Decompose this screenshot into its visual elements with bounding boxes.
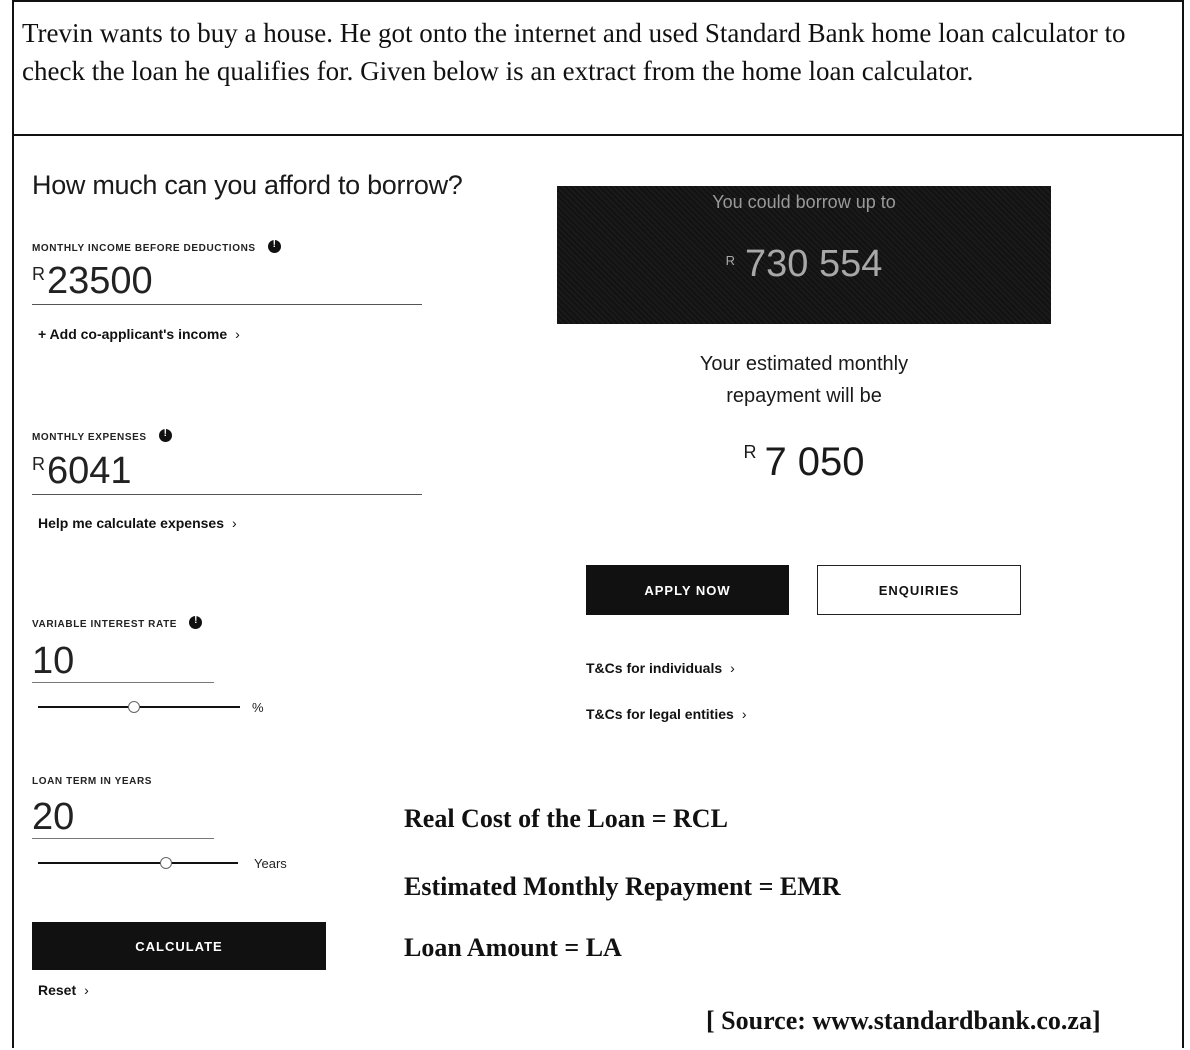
term-label: LOAN TERM IN YEARS <box>32 776 153 787</box>
calculate-button[interactable]: CALCULATE <box>32 922 326 970</box>
interest-slider[interactable] <box>38 701 240 713</box>
expenses-field[interactable]: R6041 <box>32 450 422 495</box>
interest-field[interactable]: 10 <box>32 640 214 683</box>
rcl-definition: Real Cost of the Loan = RCL <box>404 804 728 833</box>
income-currency: R <box>32 264 45 284</box>
reset-link[interactable]: Reset › <box>38 982 89 998</box>
borrow-title: You could borrow up to <box>712 192 896 212</box>
apply-now-button[interactable]: APPLY NOW <box>586 565 789 615</box>
info-icon[interactable] <box>267 239 281 253</box>
borrow-amount-value: 730 554 <box>745 243 883 285</box>
estimate-line-2: repayment will be <box>726 385 882 407</box>
term-unit: Years <box>254 856 287 871</box>
term-field[interactable]: 20 <box>32 796 214 839</box>
income-value: 23500 <box>47 260 153 302</box>
interest-label: VARIABLE INTEREST RATE <box>32 615 203 630</box>
chevron-right-icon: › <box>741 706 747 722</box>
repay-amount-value: 7 050 <box>764 440 865 484</box>
borrow-currency: R <box>725 253 735 268</box>
emr-definition: Estimated Monthly Repayment = EMR <box>404 872 841 901</box>
help-calculate-label: Help me calculate expenses <box>38 515 224 531</box>
tc-individuals-link[interactable]: T&Cs for individuals › <box>586 660 735 676</box>
source-citation: [ Source: www.standardbank.co.za] <box>706 1006 1101 1035</box>
enquiries-button[interactable]: ENQUIRIES <box>817 565 1021 615</box>
tc-individuals-label: T&Cs for individuals <box>586 660 723 676</box>
expenses-label-text: MONTHLY EXPENSES <box>32 432 147 443</box>
income-label: MONTHLY INCOME BEFORE DEDUCTIONS <box>32 239 281 254</box>
info-icon[interactable] <box>158 428 172 442</box>
interest-unit: % <box>252 700 264 715</box>
chevron-right-icon: › <box>232 515 237 531</box>
chevron-right-icon: › <box>84 982 89 998</box>
slider-handle[interactable] <box>128 701 140 713</box>
chevron-right-icon: › <box>730 660 735 676</box>
chevron-right-icon: › <box>235 326 240 342</box>
slider-handle[interactable] <box>160 857 172 869</box>
expenses-value: 6041 <box>47 450 132 492</box>
expenses-label: MONTHLY EXPENSES <box>32 428 172 443</box>
info-icon[interactable] <box>189 615 203 629</box>
tc-legal-label: T&Cs for legal entities <box>586 706 734 722</box>
repayment-amount: R 7 050 <box>604 440 1004 485</box>
term-slider[interactable] <box>38 857 240 869</box>
calculator-heading: How much can you afford to borrow? <box>32 170 463 200</box>
borrow-amount: R 730 554 <box>557 243 1051 286</box>
intro-text: Trevin wants to buy a house. He got onto… <box>22 18 1126 86</box>
interest-value: 10 <box>32 640 75 682</box>
expenses-currency: R <box>32 454 45 474</box>
term-value: 20 <box>32 796 75 838</box>
la-definition: Loan Amount = LA <box>404 933 622 962</box>
repay-currency: R <box>743 442 757 462</box>
income-label-text: MONTHLY INCOME BEFORE DEDUCTIONS <box>32 243 256 254</box>
estimate-line-1: Your estimated monthly <box>699 353 909 375</box>
interest-label-text: VARIABLE INTEREST RATE <box>32 619 178 630</box>
income-field[interactable]: R23500 <box>32 260 422 305</box>
tc-legal-entities-link[interactable]: T&Cs for legal entities › <box>586 706 746 722</box>
add-co-applicant-label: + Add co-applicant's income <box>38 326 228 342</box>
estimate-text: Your estimated monthly repayment will be <box>604 348 1004 412</box>
help-calculate-expenses-link[interactable]: Help me calculate expenses › <box>38 515 237 531</box>
slider-track <box>38 862 238 864</box>
reset-label: Reset <box>38 982 77 998</box>
add-co-applicant-link[interactable]: + Add co-applicant's income › <box>38 326 240 342</box>
